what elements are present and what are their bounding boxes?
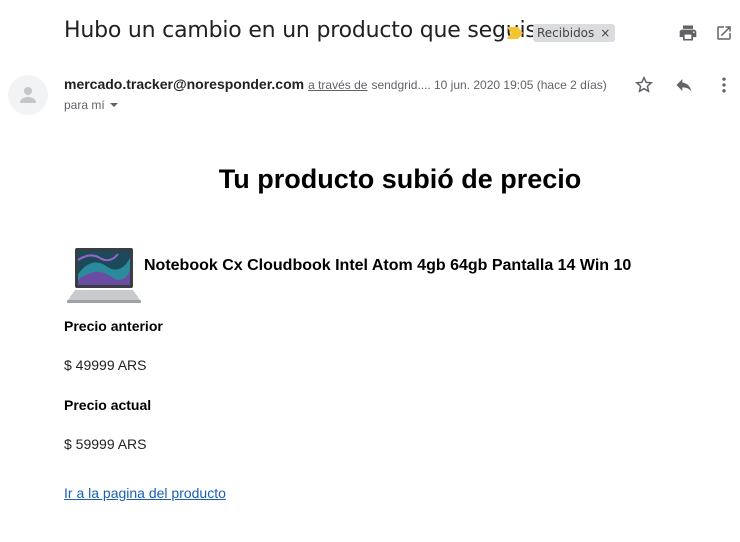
via-link[interactable]: a través de: [308, 78, 367, 92]
laptop-image: [66, 246, 142, 306]
previous-price-label: Precio anterior: [64, 318, 163, 334]
product-name: Notebook Cx Cloudbook Intel Atom 4gb 64g…: [144, 257, 632, 274]
via-domain: sendgrid....: [371, 78, 431, 92]
inbox-label-chip: Recibidos ×: [533, 24, 616, 42]
recipient-text: para mí: [64, 98, 105, 112]
sender-row: mercado.tracker@noresponder.com a través…: [64, 76, 431, 92]
open-in-new-window-icon[interactable]: [712, 21, 736, 45]
email-date: 10 jun. 2020 19:05 (hace 2 días): [434, 78, 607, 92]
email-headline: Tu producto subió de precio: [218, 164, 582, 194]
importance-marker-icon[interactable]: [507, 26, 523, 39]
sender-email[interactable]: mercado.tracker@noresponder.com: [64, 76, 304, 92]
print-icon[interactable]: [676, 21, 700, 45]
remove-label-button[interactable]: ×: [600, 27, 610, 39]
current-price-value: $ 59999 ARS: [64, 436, 147, 452]
person-avatar-icon: [20, 87, 36, 103]
reply-icon[interactable]: [672, 73, 696, 97]
email-subject: Hubo un cambio en un producto que seguis: [64, 18, 537, 43]
dropdown-arrow-icon: [109, 103, 118, 107]
product-page-link[interactable]: Ir a la pagina del producto: [64, 485, 226, 501]
via-text: a través de: [308, 78, 367, 92]
label-text: Recibidos: [537, 26, 595, 40]
star-icon[interactable]: [632, 73, 656, 97]
current-price-label: Precio actual: [64, 397, 152, 413]
more-vertical-icon[interactable]: [712, 73, 736, 97]
previous-price-value: $ 49999 ARS: [64, 357, 147, 373]
recipient-details-toggle[interactable]: para mí: [64, 98, 119, 112]
avatar[interactable]: [8, 75, 48, 115]
